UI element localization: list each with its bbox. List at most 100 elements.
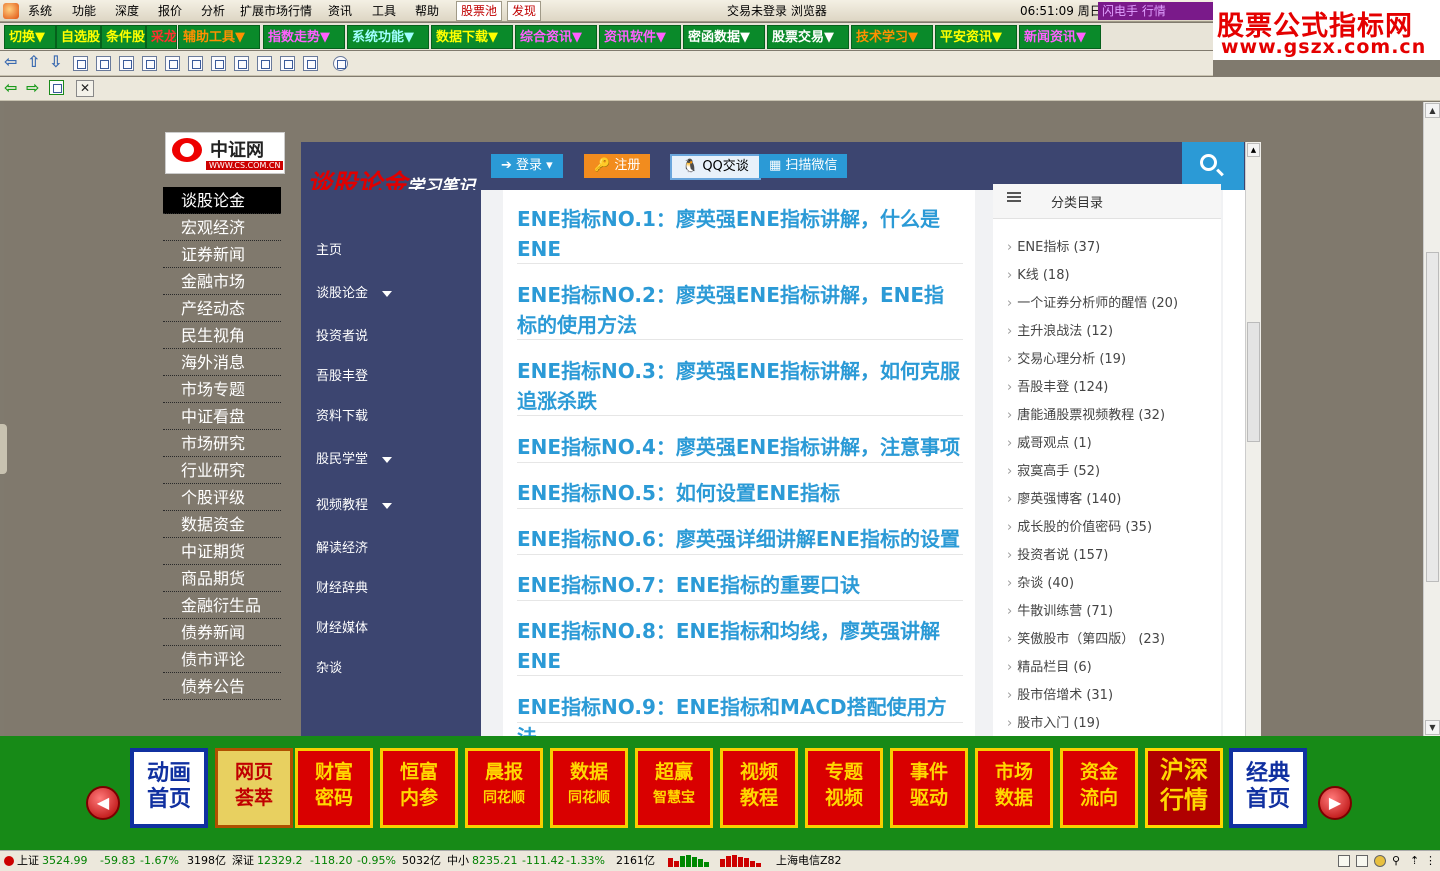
category-link[interactable]: 廖英强博客 (140) [1007,488,1121,507]
sidebar-item-bond-announcement[interactable]: 债券公告 [163,673,281,700]
category-link[interactable]: 牛散训练营 (71) [1007,600,1113,619]
sidebar-item-industry-research[interactable]: 行业研究 [163,457,281,484]
tab-condition-stocks[interactable]: 条件股 [101,25,146,49]
tab-discover[interactable]: 发现 [507,1,542,21]
scroll-up-icon[interactable]: ▲ [1425,103,1440,118]
browser-forward-icon[interactable]: ⇨ [26,80,44,96]
sidebar-item-cs-market-watch[interactable]: 中证看盘 [163,403,281,430]
tab-switch[interactable]: 切换▼ [4,25,56,49]
tile-animation-home[interactable]: 动画 首页 [130,748,208,828]
menu-quote[interactable]: 报价 [156,2,184,20]
post-link[interactable]: ENE指标NO.3：廖英强ENE指标讲解，如何克服追涨杀跌 [517,356,963,416]
tile-topic-video[interactable]: 专题 视频 [805,748,883,828]
table-icon[interactable] [96,56,111,71]
tile-market-data[interactable]: 市场 数据 [975,748,1053,828]
sidebar-item-bond-news[interactable]: 债券新闻 [163,619,281,646]
post-link[interactable]: ENE指标NO.7：ENE指标的重要口诀 [517,570,963,601]
tab-aux-tools[interactable]: 辅助工具▼ [178,25,260,49]
site-nav-dictionary[interactable]: 财经辞典 [316,577,368,596]
window-icon[interactable] [1356,855,1368,867]
more-icon[interactable]: ⋮ [1425,855,1437,867]
site-nav-video[interactable]: 视频教程 [316,494,393,513]
site-nav-school[interactable]: 股民学堂 [316,448,393,467]
site-nav-media[interactable]: 财经媒体 [316,617,368,636]
category-link[interactable]: 交易心理分析 (19) [1007,348,1126,367]
menu-function[interactable]: 功能 [70,2,98,20]
banner-prev-icon[interactable]: ◀ [86,786,120,820]
sidebar-item-fund-data[interactable]: 数据资金 [163,511,281,538]
site-nav-misc[interactable]: 杂谈 [316,657,342,676]
category-link[interactable]: 吾股丰登 (124) [1007,376,1108,395]
post-link[interactable]: ENE指标NO.4：廖英强ENE指标讲解，注意事项 [517,432,963,463]
scroll-up-icon[interactable]: ▲ [1247,143,1260,157]
tab-system-functions[interactable]: 系统功能▼ [347,25,429,49]
category-link[interactable]: 投资者说 (157) [1007,544,1108,563]
wechat-button[interactable]: ▦ 扫描微信 [759,154,848,178]
sidebar-item-bond-commentary[interactable]: 债市评论 [163,646,281,673]
site-nav-tangu[interactable]: 谈股论金 [316,282,393,301]
tile-classic-home[interactable]: 经典 首页 [1229,748,1307,828]
category-link[interactable]: K线 (18) [1007,264,1069,283]
banner-next-icon[interactable]: ▶ [1318,786,1352,820]
tile-super-win[interactable]: 超赢 智慧宝 [635,748,713,828]
sidebar-item-cs-futures[interactable]: 中证期货 [163,538,281,565]
site-nav-economy[interactable]: 解读经济 [316,537,368,556]
finance-icon[interactable] [211,56,226,71]
sidebar-item-livelihood[interactable]: 民生视角 [163,322,281,349]
formula-icon[interactable] [280,56,295,71]
candlestick-icon[interactable] [142,56,157,71]
sidebar-item-commodity-futures[interactable]: 商品期货 [163,565,281,592]
cs-logo[interactable]: 中证网 WWW.CS.COM.CN [165,132,285,174]
sidebar-item-stock-rating[interactable]: 个股评级 [163,484,281,511]
category-link[interactable]: 股市倍增术 (31) [1007,684,1113,703]
side-handle[interactable] [0,424,7,474]
site-search-button[interactable] [1182,142,1244,190]
tile-wealth-code[interactable]: 财富 密码 [295,748,373,828]
document-icon[interactable] [234,56,249,71]
sidebar-item-market-topics[interactable]: 市场专题 [163,376,281,403]
sidebar-item-macro[interactable]: 宏观经济 [163,214,281,241]
report-icon[interactable] [73,56,88,71]
tab-index-trend[interactable]: 指数走势▼ [263,25,345,49]
sidebar-item-securities-news[interactable]: 证券新闻 [163,241,281,268]
site-scroll-thumb[interactable] [1247,322,1260,442]
qq-chat-button[interactable]: 🐧 QQ交谈 [670,154,761,180]
category-link[interactable]: 寂寞高手 (52) [1007,460,1100,479]
post-link[interactable]: ENE指标NO.5：如何设置ENE指标 [517,478,963,509]
site-scrollbar[interactable]: ▲ [1245,142,1261,736]
post-link[interactable]: ENE指标NO.2：廖英强ENE指标讲解，ENE指标的使用方法 [517,280,963,340]
layout-icon[interactable] [1338,855,1350,867]
sidebar-item-industry-dynamics[interactable]: 产经动态 [163,295,281,322]
category-link[interactable]: 成长股的价值密码 (35) [1007,516,1152,535]
tab-data-download[interactable]: 数据下载▼ [431,25,513,49]
tab-news-software[interactable]: 资讯软件▼ [599,25,681,49]
category-link[interactable]: 威哥观点 (1) [1007,432,1092,451]
browser-scrollbar[interactable]: ▲ ▼ [1423,102,1440,736]
site-nav-investor[interactable]: 投资者说 [316,325,368,344]
browser-back-icon[interactable]: ⇦ [4,80,22,96]
post-link[interactable]: ENE指标NO.6：廖英强详细讲解ENE指标的设置 [517,524,963,555]
login-button[interactable]: ➔ 登录 ▾ [491,154,563,178]
site-nav-home[interactable]: 主页 [316,239,342,258]
tab-general-news[interactable]: 综合资讯▼ [515,25,597,49]
menu-help[interactable]: 帮助 [413,2,441,20]
tile-video-tutorial[interactable]: 视频 教程 [720,748,798,828]
back-icon[interactable]: ⇦ [4,54,22,70]
sidebar-item-overseas[interactable]: 海外消息 [163,349,281,376]
upload-icon[interactable]: ⇡ [1410,855,1422,867]
post-link[interactable]: ENE指标NO.1：廖英强ENE指标讲解，什么是ENE [517,204,963,264]
tab-news-info[interactable]: 新闻资讯▼ [1019,25,1101,49]
tile-hengfu-internal[interactable]: 恒富 内参 [380,748,458,828]
site-nav-wugu[interactable]: 吾股丰登 [316,365,368,384]
search-icon[interactable] [303,56,318,71]
f10-icon[interactable] [257,56,272,71]
category-link[interactable]: 笑傲股市（第四版） (23) [1007,628,1165,647]
category-link[interactable]: 杂谈 (40) [1007,572,1074,591]
antenna-icon[interactable]: ⚲ [1392,855,1404,867]
sidebar-item-market-research[interactable]: 市场研究 [163,430,281,457]
sidebar-item-financial-market[interactable]: 金融市场 [163,268,281,295]
close-icon[interactable]: ✕ [76,80,94,97]
sidebar-item-derivatives[interactable]: 金融衍生品 [163,592,281,619]
tile-web-collection[interactable]: 网页 荟萃 [215,748,293,828]
browser-scroll-thumb[interactable] [1426,252,1439,582]
